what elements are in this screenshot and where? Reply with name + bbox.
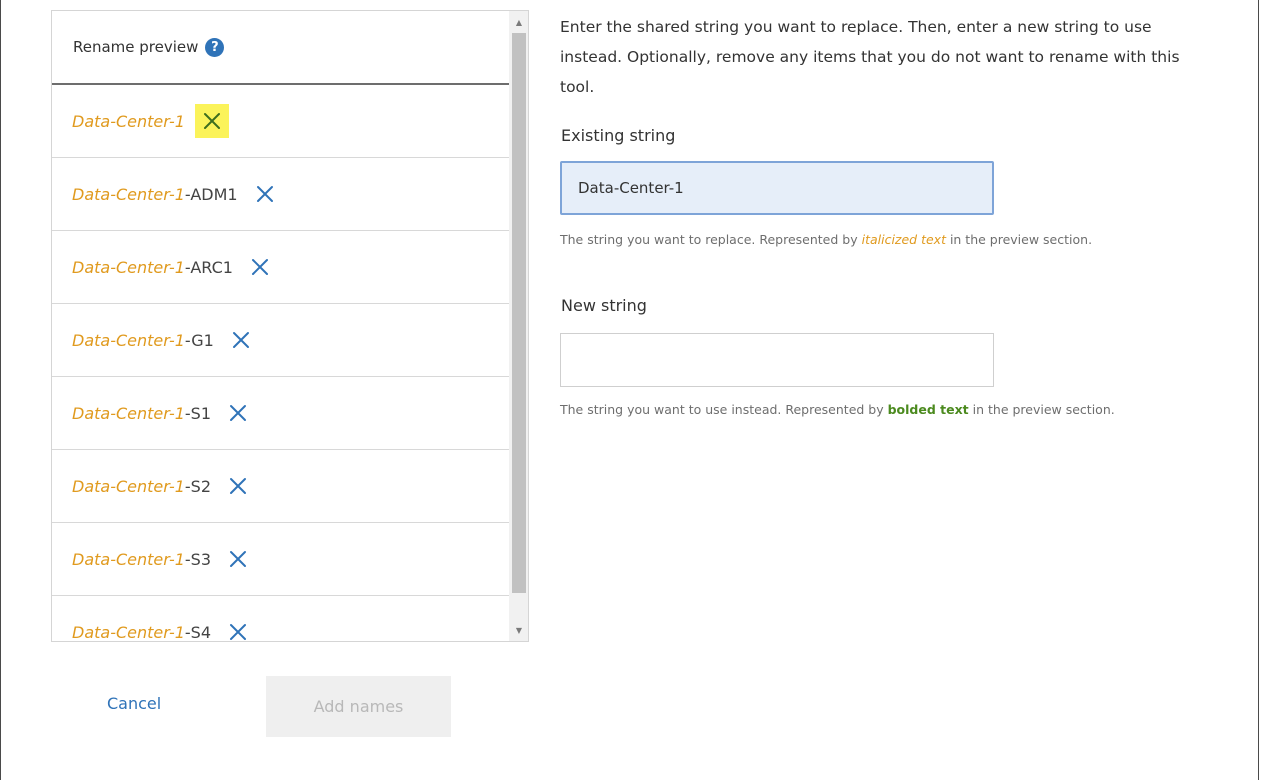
preview-row: Data-Center-1 -G1 xyxy=(52,304,509,377)
new-string-input[interactable] xyxy=(560,333,994,387)
remove-item-close-icon[interactable] xyxy=(221,542,255,576)
preview-row: Data-Center-1 -S4 xyxy=(52,596,509,642)
existing-hint-prefix: The string you want to replace. Represen… xyxy=(560,232,862,247)
existing-string-hint: The string you want to replace. Represen… xyxy=(560,232,1092,247)
preview-name-suffix: -ARC1 xyxy=(184,257,233,277)
remove-item-close-icon[interactable] xyxy=(248,177,282,211)
rename-preview-title: Rename preview xyxy=(73,38,199,56)
remove-item-close-icon[interactable] xyxy=(221,615,255,641)
remove-item-close-icon[interactable] xyxy=(224,323,258,357)
new-hint-suffix: in the preview section. xyxy=(968,402,1115,417)
preview-old-string: Data-Center-1 xyxy=(72,111,185,131)
preview-old-string: Data-Center-1 xyxy=(72,549,185,569)
preview-row: Data-Center-1 -ARC1 xyxy=(52,231,509,304)
remove-item-close-icon[interactable] xyxy=(243,250,277,284)
existing-string-label: Existing string xyxy=(561,126,676,145)
rename-preview-header: Rename preview ? xyxy=(52,11,509,85)
scroll-down-arrow-icon[interactable]: ▼ xyxy=(509,621,528,639)
new-hint-prefix: The string you want to use instead. Repr… xyxy=(560,402,888,417)
preview-old-string: Data-Center-1 xyxy=(72,257,185,277)
remove-item-close-icon[interactable] xyxy=(194,104,229,138)
preview-scrollbar[interactable]: ▲ ▼ xyxy=(509,11,528,641)
preview-old-string: Data-Center-1 xyxy=(72,184,185,204)
preview-old-string: Data-Center-1 xyxy=(72,330,185,350)
preview-name-suffix: -ADM1 xyxy=(184,184,238,204)
new-string-label: New string xyxy=(561,296,647,315)
preview-name-suffix: -S1 xyxy=(184,403,212,423)
new-hint-emphasis: bolded text xyxy=(887,402,969,417)
preview-row: Data-Center-1 -ADM1 xyxy=(52,158,509,231)
cancel-button[interactable]: Cancel xyxy=(107,694,161,713)
preview-old-string: Data-Center-1 xyxy=(72,622,185,642)
remove-item-close-icon[interactable] xyxy=(221,396,255,430)
preview-name-suffix: -S4 xyxy=(184,622,212,642)
help-icon[interactable]: ? xyxy=(205,37,225,57)
preview-old-string: Data-Center-1 xyxy=(72,403,185,423)
add-names-button[interactable]: Add names xyxy=(266,676,451,737)
preview-name-suffix: -S2 xyxy=(184,476,212,496)
preview-name-suffix: -G1 xyxy=(184,330,214,350)
rename-preview-list: Data-Center-1 Data-Center-1 -ADM1 Data-Cent… xyxy=(52,85,509,642)
instructions-text: Enter the shared string you want to repl… xyxy=(560,18,1180,96)
preview-row: Data-Center-1 -S2 xyxy=(52,450,509,523)
preview-row: Data-Center-1 xyxy=(52,85,509,158)
preview-name-suffix: -S3 xyxy=(184,549,212,569)
rename-preview-panel: Rename preview ? Data-Center-1 Data-Cente… xyxy=(51,10,529,642)
preview-row: Data-Center-1 -S3 xyxy=(52,523,509,596)
preview-old-string: Data-Center-1 xyxy=(72,476,185,496)
remove-item-close-icon[interactable] xyxy=(221,469,255,503)
preview-row: Data-Center-1 -S1 xyxy=(52,377,509,450)
scroll-up-arrow-icon[interactable]: ▲ xyxy=(509,13,528,31)
existing-hint-suffix: in the preview section. xyxy=(945,232,1093,247)
existing-hint-emphasis: italicized text xyxy=(861,232,946,247)
scroll-thumb[interactable] xyxy=(512,33,526,593)
existing-string-input[interactable] xyxy=(560,161,994,215)
new-string-hint: The string you want to use instead. Repr… xyxy=(560,402,1115,417)
